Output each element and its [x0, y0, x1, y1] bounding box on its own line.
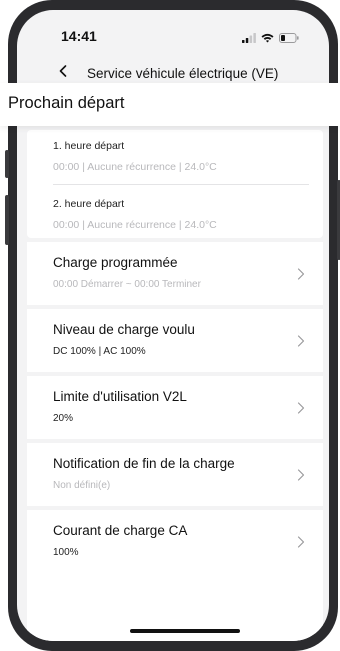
row-title: Niveau de charge voulu [53, 322, 195, 337]
settings-row-charge-programmee[interactable]: Charge programmée 00:00 Démarrer ~ 00:00… [27, 242, 323, 305]
phone-button [5, 150, 9, 178]
settings-row-niveau-charge[interactable]: Niveau de charge voulu DC 100% | AC 100% [27, 309, 323, 372]
chevron-right-icon [297, 469, 305, 481]
row-subtitle: 20% [53, 413, 74, 424]
row-title: Courant de charge CA [53, 523, 188, 538]
battery-icon [279, 30, 299, 48]
departure-item-2[interactable]: 2. heure départ 00:00 | Aucune récurrenc… [53, 198, 217, 231]
row-title: Notification de fin de la charge [53, 456, 235, 471]
status-bar: 14:41 [17, 10, 329, 54]
status-icons [242, 30, 299, 48]
chevron-right-icon [297, 268, 305, 280]
chevron-right-icon [297, 536, 305, 548]
row-title: Charge programmée [53, 255, 178, 270]
departure-subtitle: 00:00 | Aucune récurrence | 24.0°C [53, 161, 217, 173]
wifi-icon [261, 30, 274, 48]
departure-subtitle: 00:00 | Aucune récurrence | 24.0°C [53, 219, 217, 231]
departure-item-1[interactable]: 1. heure départ 00:00 | Aucune récurrenc… [53, 140, 217, 173]
departure-title: 2. heure départ [53, 198, 125, 210]
row-subtitle: Non défini(e) [53, 480, 111, 491]
home-indicator [130, 629, 240, 633]
row-subtitle: DC 100% | AC 100% [53, 346, 146, 357]
row-subtitle: 00:00 Démarrer ~ 00:00 Terminer [53, 279, 201, 290]
row-title: Limite d'utilisation V2L [53, 389, 187, 404]
chevron-right-icon [297, 335, 305, 347]
chevron-right-icon [297, 402, 305, 414]
back-button[interactable] [53, 62, 73, 84]
signal-icon [242, 30, 256, 48]
departure-title: 1. heure départ [53, 140, 125, 152]
departures-card: 1. heure départ 00:00 | Aucune récurrenc… [27, 130, 323, 238]
row-subtitle: 100% [53, 547, 79, 558]
phone-button [5, 195, 9, 245]
section-title: Prochain départ [8, 94, 125, 112]
status-time: 14:41 [61, 28, 97, 44]
settings-row-limite-v2l[interactable]: Limite d'utilisation V2L 20% [27, 376, 323, 439]
chevron-left-icon [59, 64, 67, 82]
section-header: Prochain départ [0, 83, 340, 126]
page-title: Service véhicule électrique (VE) [87, 66, 279, 81]
settings-row-courant-charge-ca[interactable]: Courant de charge CA 100% [27, 510, 323, 641]
settings-row-notification-fin-charge[interactable]: Notification de fin de la charge Non déf… [27, 443, 323, 506]
divider [53, 184, 309, 185]
